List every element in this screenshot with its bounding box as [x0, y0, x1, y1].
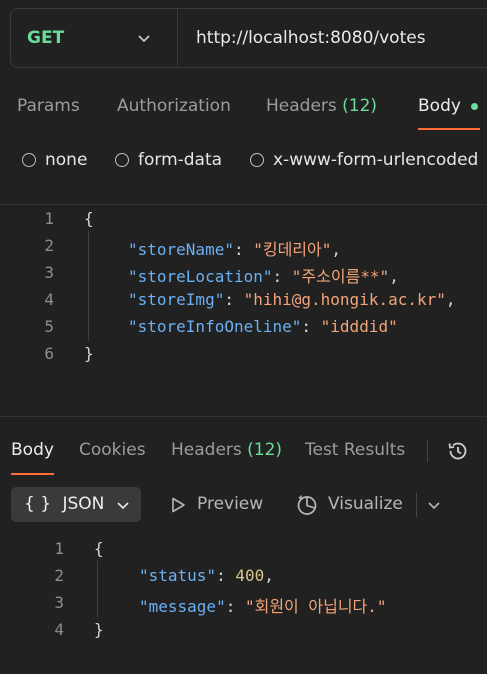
radio-form-data[interactable]: form-data: [115, 150, 222, 170]
preview-button[interactable]: Preview: [164, 488, 270, 522]
response-tab-headers[interactable]: Headers (12): [171, 440, 282, 460]
radio-circle-icon: [115, 153, 129, 167]
url-input[interactable]: http://localhost:8080/votes: [196, 28, 426, 48]
close-brace: }: [94, 620, 104, 639]
braces-icon: { }: [24, 494, 52, 514]
toolbar-separator: [416, 493, 417, 517]
response-tab-headers-label: Headers: [171, 440, 242, 460]
unsaved-dot-indicator: [471, 103, 478, 110]
tab-params-label: Params: [17, 96, 80, 116]
response-tab-cookies[interactable]: Cookies: [79, 440, 146, 460]
radio-urlencoded-label: x-www-form-urlencoded: [273, 150, 479, 170]
chevron-down-icon[interactable]: [426, 497, 442, 513]
indent-guide: [97, 561, 98, 617]
format-value: JSON: [62, 494, 105, 514]
radio-urlencoded[interactable]: x-www-form-urlencoded: [250, 150, 478, 170]
url-divider: [177, 9, 178, 67]
json-value: "킹데리아": [253, 240, 332, 259]
tab-body[interactable]: Body: [418, 96, 461, 116]
visualize-label: Visualize: [328, 494, 403, 514]
response-tab-cookies-label: Cookies: [79, 440, 146, 460]
line-number: 4: [54, 620, 64, 639]
line-number: 3: [44, 263, 54, 282]
response-body-viewer[interactable]: 1 2 3 4 { "status": 400, "message": "회원이…: [0, 535, 487, 674]
tab-body-label: Body: [418, 96, 461, 116]
line-number: 5: [44, 317, 54, 336]
line-number: 1: [44, 209, 54, 228]
json-key: "message": [139, 597, 226, 616]
json-key: "storeInfoOneline": [128, 317, 302, 336]
json-line: "message": "회원이 아닙니다.": [139, 597, 387, 616]
method-select[interactable]: GET: [27, 28, 64, 48]
visualize-button[interactable]: Visualize: [292, 488, 408, 522]
open-brace: {: [94, 539, 104, 558]
json-line: "storeName": "킹데리아",: [128, 240, 342, 259]
json-value: "hihi@g.hongik.ac.kr": [243, 290, 446, 309]
response-tab-test-results[interactable]: Test Results: [305, 440, 405, 460]
json-key: "status": [139, 566, 217, 585]
radio-form-data-label: form-data: [138, 150, 223, 170]
chevron-down-icon: [117, 502, 129, 510]
indent-guide: [88, 231, 89, 341]
history-icon[interactable]: [446, 439, 470, 463]
radio-none-label: none: [45, 150, 88, 170]
json-key: "storeLocation": [128, 267, 273, 286]
json-value: 400: [235, 566, 265, 585]
active-tab-underline: [11, 473, 54, 475]
active-tab-underline: [418, 128, 480, 130]
line-number: 2: [44, 236, 54, 255]
radio-none[interactable]: none: [22, 150, 87, 170]
close-brace: }: [84, 344, 94, 363]
json-line: "storeInfoOneline": "idddid": [128, 317, 398, 336]
json-line: "storeImg": "hihi@g.hongik.ac.kr",: [128, 290, 456, 309]
format-dropdown-label: { } JSON: [24, 494, 104, 514]
json-key: "storeImg": [128, 290, 225, 309]
pane-resize-divider[interactable]: [0, 416, 487, 417]
json-value: "idddid": [320, 317, 398, 336]
tab-authorization-label: Authorization: [117, 96, 231, 116]
radio-circle-icon: [250, 153, 264, 167]
tab-headers[interactable]: Headers (12): [266, 96, 377, 116]
tab-separator: [427, 440, 428, 462]
tab-params[interactable]: Params: [17, 96, 80, 116]
radio-circle-icon: [22, 153, 36, 167]
request-body-editor[interactable]: 1 2 3 4 5 6 { "storeName": "킹데리아", "stor…: [0, 205, 487, 415]
open-brace: {: [84, 209, 94, 228]
json-line: "status": 400,: [139, 566, 274, 585]
line-number: 4: [44, 290, 54, 309]
line-number: 1: [54, 539, 64, 558]
response-tab-headers-count: (12): [247, 440, 283, 460]
line-number: 3: [54, 593, 64, 612]
tab-authorization[interactable]: Authorization: [117, 96, 231, 116]
chevron-down-icon[interactable]: [136, 30, 152, 46]
response-tab-body-label: Body: [11, 440, 54, 460]
tab-headers-label: Headers: [266, 96, 337, 116]
preview-label: Preview: [197, 494, 264, 514]
json-key: "storeName": [128, 240, 234, 259]
json-value: "회원이 아닙니다.": [244, 597, 387, 616]
json-value: "주소이름**": [291, 267, 390, 286]
line-number: 6: [44, 344, 54, 363]
json-line: "storeLocation": "주소이름**",: [128, 267, 399, 286]
line-number: 2: [54, 566, 64, 585]
response-tab-body[interactable]: Body: [11, 440, 54, 460]
tab-headers-count: (12): [342, 96, 378, 116]
response-tab-test-results-label: Test Results: [305, 440, 406, 460]
